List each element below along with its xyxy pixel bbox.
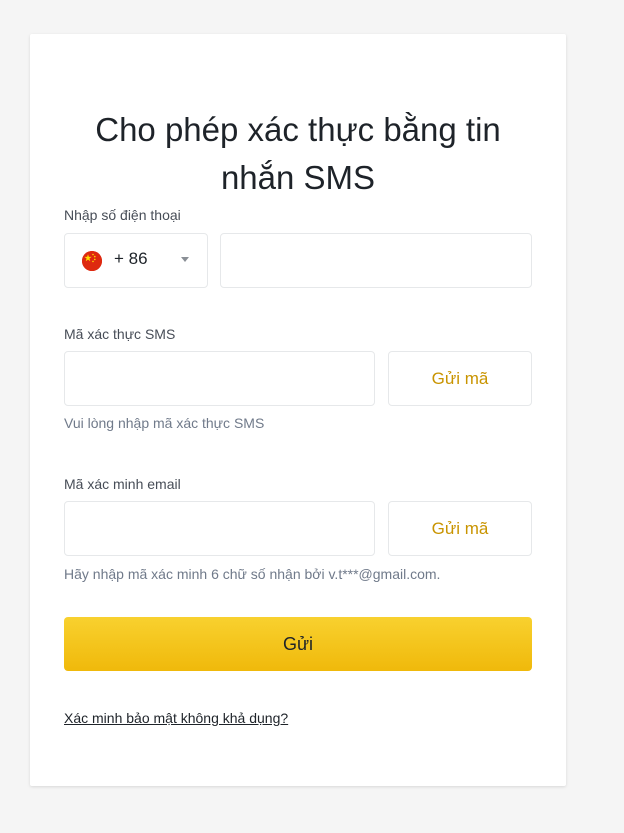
chevron-down-icon <box>181 257 189 262</box>
email-code-input[interactable] <box>65 502 374 555</box>
email-code-label: Mã xác minh email <box>64 476 181 492</box>
sms-code-input[interactable] <box>65 352 374 405</box>
country-dial-code: + 86 <box>114 249 148 268</box>
sms-code-label: Mã xác thực SMS <box>64 326 176 342</box>
page-title: Cho phép xác thực bằng tin nhắn SMS <box>30 106 566 202</box>
page-title-line-2: nhắn SMS <box>220 159 376 196</box>
verification-card: Cho phép xác thực bằng tin nhắn SMS <box>30 34 566 786</box>
email-code-hint: Hãy nhập mã xác minh 6 chữ số nhận bởi v… <box>64 566 441 582</box>
email-code-field[interactable] <box>64 501 375 556</box>
send-email-code-button[interactable]: Gửi mã <box>388 501 532 556</box>
country-code-select[interactable]: + 86 <box>64 233 208 288</box>
phone-number-input[interactable] <box>221 234 531 287</box>
sms-code-hint: Vui lòng nhập mã xác thực SMS <box>64 415 265 431</box>
submit-button[interactable]: Gửi <box>64 617 532 671</box>
send-sms-code-button[interactable]: Gửi mã <box>388 351 532 406</box>
china-flag-icon <box>82 251 102 271</box>
security-unavailable-link[interactable]: Xác minh bảo mật không khả dụng? <box>64 710 288 726</box>
sms-code-field[interactable] <box>64 351 375 406</box>
page-title-line-1: Cho phép xác thực bằng tin <box>95 111 501 148</box>
phone-number-field[interactable] <box>220 233 532 288</box>
phone-label: Nhập số điện thoại <box>64 207 181 223</box>
